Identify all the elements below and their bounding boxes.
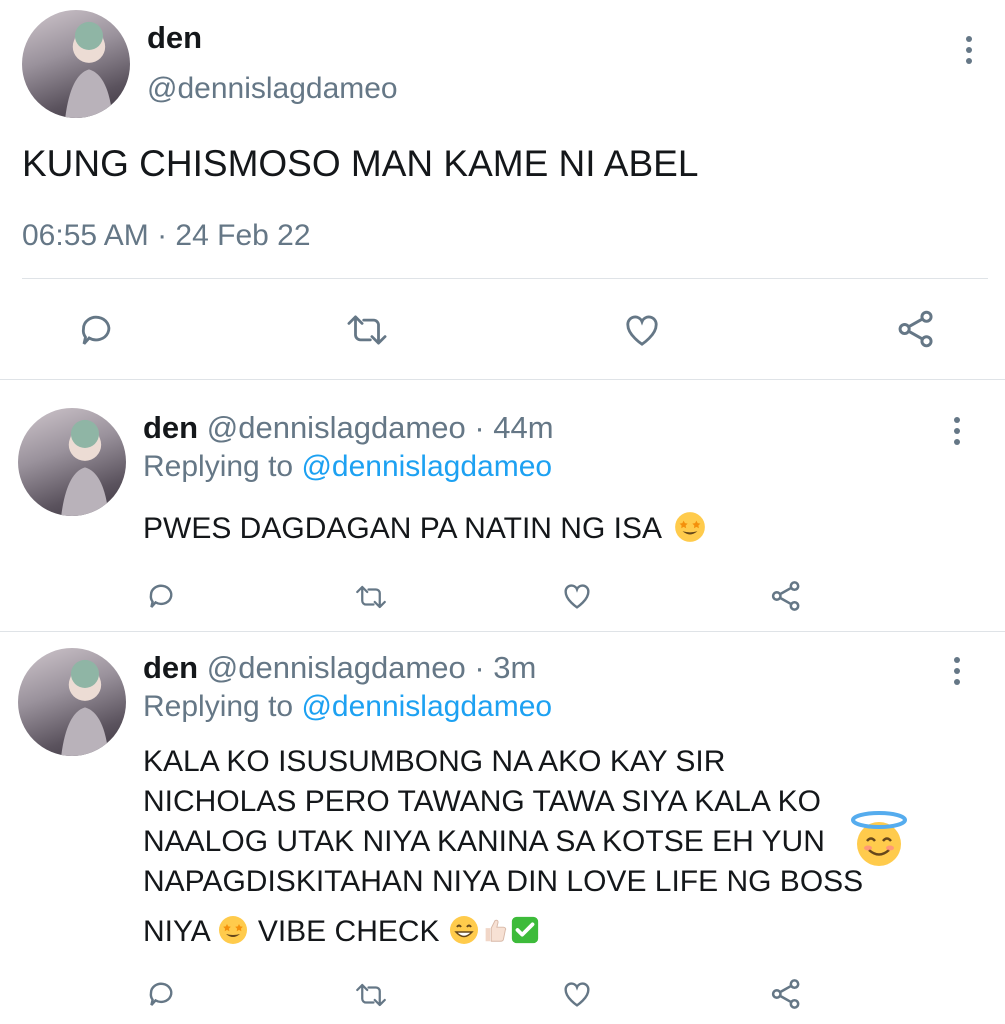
share-icon[interactable] xyxy=(769,579,803,613)
display-name[interactable]: den xyxy=(143,410,198,445)
reply-text: PWES DAGDAGAN PA NATIN NG ISA xyxy=(143,512,707,546)
share-icon[interactable] xyxy=(894,308,938,350)
grinning-emoji-icon xyxy=(449,916,478,945)
check-mark-emoji-icon xyxy=(511,916,539,944)
reply-icon[interactable] xyxy=(145,580,177,612)
display-name[interactable]: den xyxy=(147,20,202,56)
handle[interactable]: @dennislagdameo xyxy=(147,72,398,106)
more-icon[interactable] xyxy=(953,657,961,685)
reply-text-line: NAPAGDISKITAHAN NIYA DIN LOVE LIFE NG BO… xyxy=(143,865,864,898)
avatar[interactable] xyxy=(22,10,130,118)
avatar[interactable] xyxy=(18,408,126,516)
display-name[interactable]: den xyxy=(143,650,198,685)
share-icon[interactable] xyxy=(769,977,803,1011)
thumbs-up-emoji-icon xyxy=(485,919,507,942)
mention-link[interactable]: @dennislagdameo xyxy=(301,690,552,723)
timestamp[interactable]: 06:55 AM · 24 Feb 22 xyxy=(22,219,311,253)
mention-link[interactable]: @dennislagdameo xyxy=(301,450,552,483)
reply-header: den @dennislagdameo · 44m xyxy=(143,410,554,446)
retweet-icon[interactable] xyxy=(353,980,389,1010)
relative-time[interactable]: · 3m xyxy=(474,650,536,685)
like-icon[interactable] xyxy=(621,310,663,350)
reply-text-segment: VIBE CHECK xyxy=(257,915,440,948)
reply-text-body: PWES DAGDAGAN PA NATIN NG ISA xyxy=(143,512,661,545)
replying-to-label: Replying to xyxy=(143,450,294,483)
star-struck-emoji-icon xyxy=(674,512,705,542)
replying-to: Replying to @dennislagdameo xyxy=(143,690,552,724)
like-icon[interactable] xyxy=(560,978,594,1010)
reply-icon[interactable] xyxy=(145,978,177,1010)
reply-header: den @dennislagdameo · 3m xyxy=(143,650,536,686)
reply-text-line: NICHOLAS PERO TAWANG TAWA SIYA KALA KO xyxy=(143,785,821,818)
divider xyxy=(0,631,1005,632)
tweet-text: KUNG CHISMOSO MAN KAME NI ABEL xyxy=(22,143,699,184)
like-icon[interactable] xyxy=(560,580,594,612)
handle[interactable]: @dennislagdameo xyxy=(207,650,466,685)
reply-text-line-5: NIYA VIBE CHECK xyxy=(143,912,863,952)
avatar[interactable] xyxy=(18,648,126,756)
more-icon[interactable] xyxy=(953,417,961,445)
more-icon[interactable] xyxy=(965,36,973,64)
reply-text-line: KALA KO ISUSUMBONG NA AKO KAY SIR xyxy=(143,745,726,778)
replying-to-label: Replying to xyxy=(143,690,294,723)
reply-text: KALA KO ISUSUMBONG NA AKO KAY SIR NICHOL… xyxy=(143,742,863,952)
star-struck-emoji-icon xyxy=(219,916,248,945)
replying-to: Replying to @dennislagdameo xyxy=(143,450,552,484)
retweet-icon[interactable] xyxy=(344,310,390,350)
divider xyxy=(0,379,1005,380)
halo-emoji-icon xyxy=(846,810,912,875)
retweet-icon[interactable] xyxy=(353,582,389,612)
reply-icon[interactable] xyxy=(76,310,116,350)
handle[interactable]: @dennislagdameo xyxy=(207,410,466,445)
relative-time[interactable]: · 44m xyxy=(474,410,553,445)
reply-text-line: NAALOG UTAK NIYA KANINA SA KOTSE EH YUN xyxy=(143,825,825,858)
divider xyxy=(22,278,988,279)
reply-text-segment: NIYA xyxy=(143,915,210,948)
